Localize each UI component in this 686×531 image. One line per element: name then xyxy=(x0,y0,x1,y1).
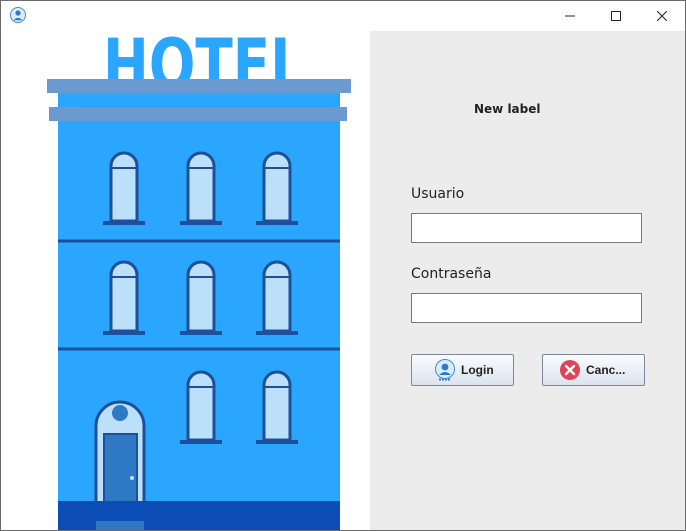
login-label: Login xyxy=(461,363,494,377)
minimize-icon xyxy=(565,15,575,17)
window-sill xyxy=(256,221,298,225)
close-button[interactable] xyxy=(639,1,685,31)
building-window xyxy=(262,260,292,333)
form-title: New label xyxy=(474,102,541,116)
login-button[interactable]: Login xyxy=(411,354,514,386)
window-sill xyxy=(103,331,145,335)
usuario-input[interactable] xyxy=(411,213,642,243)
roof-cornice xyxy=(49,107,347,121)
roof-ledge xyxy=(47,79,351,93)
maximize-icon xyxy=(611,11,621,21)
cancel-icon xyxy=(560,360,580,380)
roof-band xyxy=(58,93,340,107)
building-window xyxy=(262,370,292,442)
maximize-button[interactable] xyxy=(593,1,639,31)
user-icon xyxy=(435,359,455,381)
cancel-button[interactable]: Canc... xyxy=(542,354,645,386)
login-form-panel: New label Usuario Contraseña Login Canc.… xyxy=(370,31,685,530)
building-window xyxy=(262,151,292,223)
building-window xyxy=(109,151,139,223)
user-icon xyxy=(10,7,26,23)
window-sill xyxy=(180,440,222,444)
minimize-button[interactable] xyxy=(547,1,593,31)
login-window: HOTEL New label Usuario Contraseña Login… xyxy=(0,0,686,531)
hotel-illustration-panel: HOTEL xyxy=(1,24,370,530)
window-sill xyxy=(180,221,222,225)
password-input[interactable] xyxy=(411,293,642,323)
usuario-label: Usuario xyxy=(411,186,465,202)
building-window xyxy=(186,151,216,223)
window-sill xyxy=(103,221,145,225)
building-window xyxy=(109,260,139,333)
password-label: Contraseña xyxy=(411,266,492,282)
building-window xyxy=(186,260,216,333)
building-window xyxy=(186,370,216,442)
hotel-illustration: HOTEL xyxy=(47,24,351,530)
cancel-label: Canc... xyxy=(586,363,626,377)
door-knob xyxy=(130,476,134,480)
window-sill xyxy=(180,331,222,335)
title-bar xyxy=(1,1,685,31)
window-sill xyxy=(256,440,298,444)
close-icon xyxy=(657,11,667,21)
window-sill xyxy=(256,331,298,335)
door-step xyxy=(96,521,144,530)
door-window xyxy=(112,405,128,421)
